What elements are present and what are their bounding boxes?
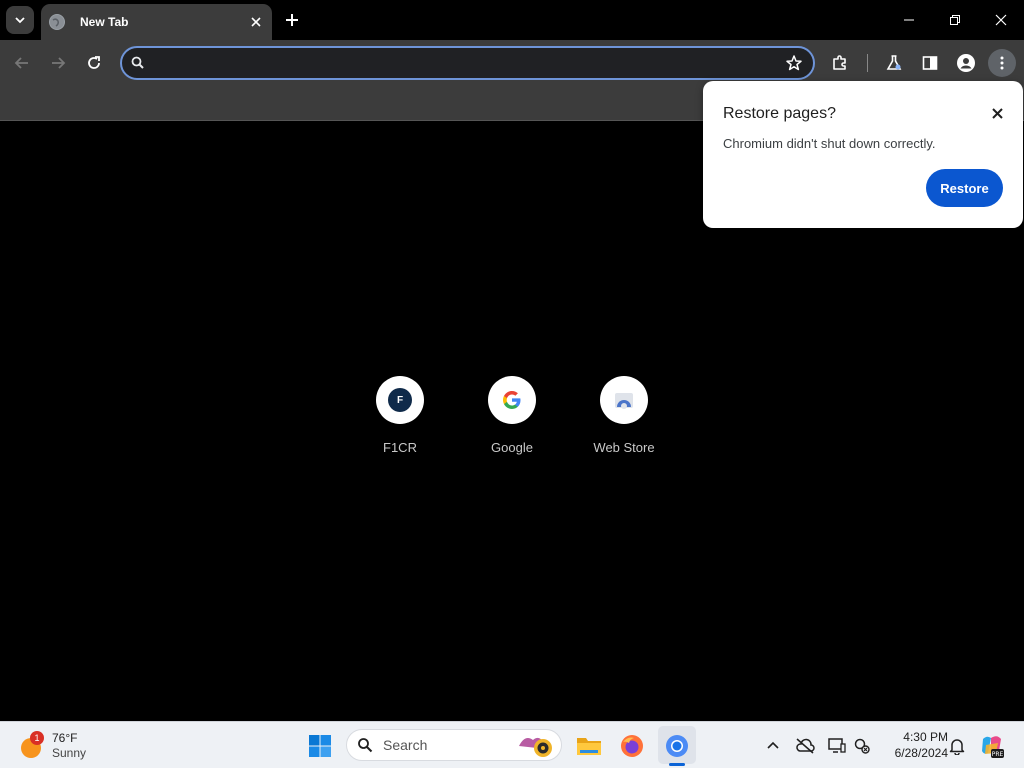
svg-text:PRE: PRE xyxy=(992,751,1004,758)
close-icon xyxy=(995,14,1007,26)
taskbar-search[interactable]: Search xyxy=(346,729,562,761)
profile-button[interactable] xyxy=(953,50,979,76)
shortcut-f1cr[interactable]: F F1CR xyxy=(350,376,450,466)
weather-condition: Sunny xyxy=(52,746,87,760)
chromium-icon xyxy=(666,735,688,757)
sun-icon: 1 xyxy=(18,731,44,759)
avatar-icon xyxy=(957,54,975,72)
close-icon xyxy=(251,17,261,27)
start-button[interactable] xyxy=(304,730,336,762)
onedrive-button[interactable] xyxy=(794,735,816,757)
globe-icon xyxy=(49,14,65,30)
shortcut-icon xyxy=(600,376,648,424)
search-icon xyxy=(358,738,373,753)
title-bar: New Tab xyxy=(0,0,1024,40)
plus-icon xyxy=(286,14,298,26)
notifications-button[interactable] xyxy=(946,735,968,757)
firefox-button[interactable] xyxy=(616,730,648,762)
copilot-button[interactable]: PRE xyxy=(979,733,1005,759)
dialog-title: Restore pages? xyxy=(723,105,836,122)
restore-pages-dialog: Restore pages? Chromium didn't shut down… xyxy=(703,81,1023,228)
weather-temperature: 76°F xyxy=(52,731,78,745)
shortcut-web-store[interactable]: Web Store xyxy=(574,376,674,466)
shortcut-label: Google xyxy=(491,440,533,455)
flask-icon xyxy=(886,55,902,70)
chevron-down-icon xyxy=(15,17,25,24)
minimize-button[interactable] xyxy=(886,0,932,40)
firefox-icon xyxy=(621,735,643,757)
more-vertical-icon xyxy=(1000,56,1004,70)
monitor-icon xyxy=(828,738,846,753)
forward-button[interactable] xyxy=(45,50,71,76)
side-panel-button[interactable] xyxy=(917,50,943,76)
new-tab-button[interactable] xyxy=(280,8,304,32)
shortcut-google[interactable]: Google xyxy=(462,376,562,466)
search-icon xyxy=(131,56,144,69)
address-bar[interactable] xyxy=(120,46,815,80)
google-icon xyxy=(503,391,521,409)
shortcut-icon: F xyxy=(376,376,424,424)
side-panel-icon xyxy=(922,56,938,70)
tab-close-button[interactable] xyxy=(246,12,266,32)
restore-window-icon xyxy=(950,15,960,25)
back-button[interactable] xyxy=(9,50,35,76)
close-window-button[interactable] xyxy=(978,0,1024,40)
address-input[interactable] xyxy=(154,52,774,74)
shortcut-label: F1CR xyxy=(383,440,417,455)
bell-icon xyxy=(949,739,965,755)
weather-widget[interactable]: 1 76°F Sunny xyxy=(18,728,86,764)
labs-button[interactable] xyxy=(881,50,907,76)
search-highlight-icon xyxy=(519,737,552,757)
clock[interactable]: 4:30 PM 6/28/2024 xyxy=(878,729,948,761)
tab-search-button[interactable] xyxy=(6,6,34,34)
clock-date: 6/28/2024 xyxy=(894,746,948,760)
display-button[interactable] xyxy=(826,735,848,757)
arrow-right-icon xyxy=(52,57,66,69)
shortcut-label: Web Store xyxy=(593,440,655,455)
tab-title: New Tab xyxy=(80,15,129,29)
f1cr-icon: F xyxy=(388,388,412,412)
arrow-left-icon xyxy=(14,57,28,69)
minimize-icon xyxy=(904,19,914,21)
network-disconnected-icon xyxy=(854,738,870,754)
windows-logo-icon xyxy=(309,735,331,757)
taskbar: 1 76°F Sunny Search 4:30 PM 6/28/2024 PR… xyxy=(0,721,1024,768)
shortcut-icon xyxy=(488,376,536,424)
close-icon xyxy=(991,107,1003,119)
menu-button[interactable] xyxy=(988,49,1016,77)
tab-new-tab[interactable]: New Tab xyxy=(41,4,272,40)
folder-icon xyxy=(577,738,601,755)
network-button[interactable] xyxy=(851,735,873,757)
weather-badge: 1 xyxy=(30,731,44,745)
web-store-icon xyxy=(615,393,633,409)
dialog-close-button[interactable] xyxy=(987,103,1007,123)
search-label: Search xyxy=(383,737,428,753)
show-hidden-icons-button[interactable] xyxy=(762,735,784,757)
active-app-indicator xyxy=(669,763,685,766)
chevron-up-icon xyxy=(767,741,779,749)
chromium-button[interactable] xyxy=(661,730,693,762)
restore-button[interactable]: Restore xyxy=(926,169,1003,207)
copilot-icon: PRE xyxy=(982,736,1004,758)
browser-toolbar xyxy=(0,40,1024,85)
extensions-button[interactable] xyxy=(827,50,853,76)
cloud-offline-icon xyxy=(796,738,815,754)
clock-time: 4:30 PM xyxy=(903,730,948,744)
reload-button[interactable] xyxy=(81,50,107,76)
reload-icon xyxy=(88,56,100,69)
dialog-message: Chromium didn't shut down correctly. xyxy=(723,136,936,151)
bookmark-star-icon[interactable] xyxy=(785,54,803,72)
puzzle-icon xyxy=(833,55,846,70)
toolbar-separator xyxy=(867,54,868,72)
restore-window-button[interactable] xyxy=(932,0,978,40)
file-explorer-button[interactable] xyxy=(573,730,605,762)
